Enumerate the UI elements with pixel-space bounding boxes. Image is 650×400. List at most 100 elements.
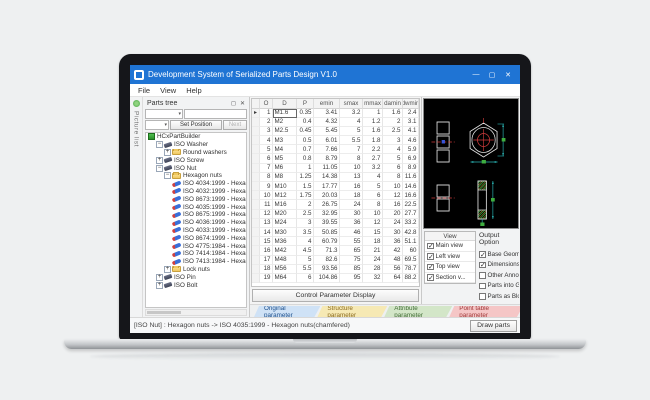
table-cell[interactable]: 5	[383, 154, 403, 163]
tree-item[interactable]: −ISO Washer	[146, 141, 246, 149]
table-cell[interactable]: 78.7	[403, 265, 419, 274]
table-cell[interactable]: 24	[363, 256, 383, 265]
checkbox[interactable]	[427, 243, 434, 250]
table-cell[interactable]: 8.9	[403, 164, 419, 173]
table-cell[interactable]: 4	[260, 136, 273, 145]
table-cell[interactable]: 104.86	[314, 274, 340, 283]
table-cell[interactable]: 19	[260, 274, 273, 283]
table-cell[interactable]: 1.75	[297, 191, 314, 200]
table-cell[interactable]: 28	[363, 265, 383, 274]
table-cell[interactable]: 20	[383, 210, 403, 219]
table-cell[interactable]: M36	[273, 237, 297, 246]
table-cell[interactable]: M42	[273, 246, 297, 255]
table-cell[interactable]: M5	[273, 154, 297, 163]
table-cell[interactable]: 0.8	[297, 154, 314, 163]
table-cell[interactable]: 32	[363, 274, 383, 283]
collapse-icon[interactable]: −	[156, 141, 163, 148]
row-selector[interactable]	[252, 164, 260, 173]
row-selector[interactable]	[252, 191, 260, 200]
table-cell[interactable]: 4	[363, 173, 383, 182]
table-cell[interactable]: 2	[297, 200, 314, 209]
menu-item-file[interactable]: File	[133, 86, 155, 95]
table-cell[interactable]: 10	[363, 210, 383, 219]
table-cell[interactable]: 6	[297, 274, 314, 283]
table-cell[interactable]: 1	[297, 164, 314, 173]
table-cell[interactable]: 6.9	[403, 154, 419, 163]
next-button[interactable]: Next	[223, 120, 247, 130]
table-cell[interactable]: 15	[260, 237, 273, 246]
table-cell[interactable]: M20	[273, 210, 297, 219]
table-cell[interactable]: 60.79	[314, 237, 340, 246]
checkbox[interactable]	[479, 283, 486, 290]
tree-item[interactable]: ISO 4032:1999 - Hexagon	[146, 188, 246, 196]
tree-item[interactable]: ISO 8674:1999 - Hexagon	[146, 234, 246, 242]
table-cell[interactable]: 20.03	[314, 191, 340, 200]
table-cell[interactable]: 9	[260, 182, 273, 191]
table-cell[interactable]: 5	[340, 127, 363, 136]
table-cell[interactable]: 30	[383, 228, 403, 237]
table-cell[interactable]: M2	[273, 118, 297, 127]
row-selector[interactable]	[252, 210, 260, 219]
tree-item[interactable]: +ISO Screw	[146, 156, 246, 164]
row-selector[interactable]	[252, 173, 260, 182]
table-cell[interactable]: 6	[383, 164, 403, 173]
table-cell[interactable]: 27.7	[403, 210, 419, 219]
table-cell[interactable]: 10	[383, 182, 403, 191]
table-cell[interactable]: 4.5	[297, 246, 314, 255]
table-cell[interactable]: 88.2	[403, 274, 419, 283]
table-cell[interactable]: M1.6	[273, 109, 297, 118]
table-cell[interactable]: 8	[363, 200, 383, 209]
row-selector[interactable]	[252, 182, 260, 191]
checkbox[interactable]	[479, 251, 486, 258]
table-cell[interactable]: 3.1	[403, 118, 419, 127]
tree-item[interactable]: +Lock nuts	[146, 266, 246, 274]
table-cell[interactable]: 5.45	[314, 127, 340, 136]
table-cell[interactable]: 3	[383, 136, 403, 145]
table-cell[interactable]: 22.5	[403, 200, 419, 209]
table-cell[interactable]: 64	[383, 274, 403, 283]
table-cell[interactable]: 4	[340, 118, 363, 127]
expand-icon[interactable]: +	[156, 282, 163, 289]
row-selector[interactable]	[252, 200, 260, 209]
maximize-button[interactable]: ▢	[484, 67, 500, 82]
table-cell[interactable]: 39.55	[314, 219, 340, 228]
table-cell[interactable]: 11.05	[314, 164, 340, 173]
table-cell[interactable]: 12	[363, 219, 383, 228]
table-cell[interactable]: 2.4	[403, 109, 419, 118]
table-cell[interactable]: 13	[260, 219, 273, 228]
tree-item[interactable]: ISO 4035:1999 - Hexagon	[146, 203, 246, 211]
table-cell[interactable]: 5.5	[297, 265, 314, 274]
table-cell[interactable]: M48	[273, 256, 297, 265]
table-cell[interactable]: 0.35	[297, 109, 314, 118]
table-cell[interactable]: 56	[383, 265, 403, 274]
table-cell[interactable]: 69.5	[403, 256, 419, 265]
table-cell[interactable]: 8	[260, 173, 273, 182]
table-cell[interactable]: 5.9	[403, 145, 419, 154]
table-cell[interactable]: 2.5	[383, 127, 403, 136]
tree-item[interactable]: −Hexagon nuts	[146, 172, 246, 180]
table-cell[interactable]: 1.8	[363, 136, 383, 145]
table-cell[interactable]: 32.95	[314, 210, 340, 219]
table-cell[interactable]: 7.66	[314, 145, 340, 154]
close-button[interactable]: ✕	[500, 67, 516, 82]
tree-item[interactable]: ISO 8673:1999 - Hexagon	[146, 195, 246, 203]
table-cell[interactable]: 7	[340, 145, 363, 154]
table-cell[interactable]: 55	[340, 237, 363, 246]
table-cell[interactable]: 24	[340, 200, 363, 209]
tab-structure-parameter[interactable]: Structure parameter	[317, 306, 387, 317]
table-cell[interactable]: 11	[260, 200, 273, 209]
table-cell[interactable]: M56	[273, 265, 297, 274]
row-selector[interactable]	[252, 219, 260, 228]
tree-item[interactable]: ISO 4033:1999 - Hexagon	[146, 227, 246, 235]
table-cell[interactable]: 11.6	[403, 173, 419, 182]
table-cell[interactable]: 0.4	[297, 118, 314, 127]
row-selector[interactable]	[252, 256, 260, 265]
table-cell[interactable]: 26.75	[314, 200, 340, 209]
table-cell[interactable]: M24	[273, 219, 297, 228]
table-cell[interactable]: 17.77	[314, 182, 340, 191]
table-cell[interactable]: 46	[340, 228, 363, 237]
table-cell[interactable]: 6	[260, 154, 273, 163]
table-cell[interactable]: 2.7	[363, 154, 383, 163]
set-position-button[interactable]: Set Position	[170, 120, 222, 130]
table-cell[interactable]: 3	[297, 219, 314, 228]
